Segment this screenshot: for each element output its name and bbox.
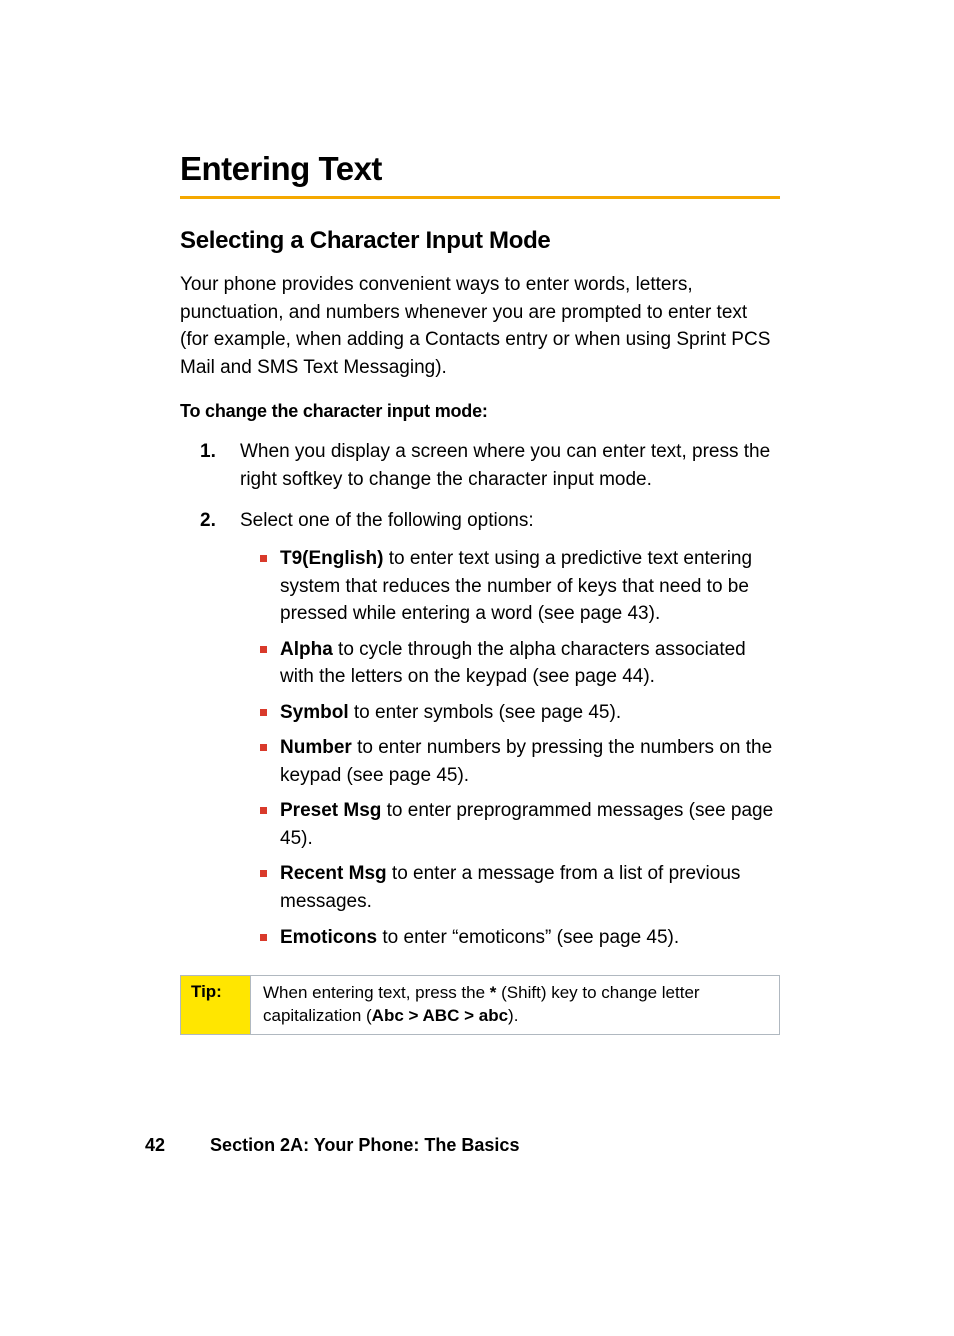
option-emoticons-rest: to enter “emoticons” (see page 45). [377,927,679,948]
option-recent-bold: Recent Msg [280,863,387,884]
option-t9-bold: T9(English) [280,548,383,569]
tip-text-3: ). [508,1006,518,1025]
heading-rule [180,196,780,199]
section-label: Section 2A: Your Phone: The Basics [210,1135,519,1155]
page-title: Entering Text [180,150,780,196]
tip-cycle: Abc > ABC > abc [372,1006,508,1025]
option-preset-msg: Preset Msg to enter preprogrammed messag… [240,797,780,852]
tip-body: When entering text, press the * (Shift) … [251,976,779,1034]
page-footer: 42 Section 2A: Your Phone: The Basics [145,1135,519,1156]
option-alpha: Alpha to cycle through the alpha charact… [240,636,780,691]
option-symbol-rest: to enter symbols (see page 45). [349,702,621,723]
option-recent-msg: Recent Msg to enter a message from a lis… [240,860,780,915]
tip-label: Tip: [181,976,251,1034]
steps-list: When you display a screen where you can … [180,438,780,951]
procedure-heading: To change the character input mode: [180,399,780,424]
intro-paragraph: Your phone provides convenient ways to e… [180,271,780,381]
option-alpha-bold: Alpha [280,639,333,660]
tip-box: Tip: When entering text, press the * (Sh… [180,975,780,1035]
option-t9: T9(English) to enter text using a predic… [240,545,780,628]
option-number-bold: Number [280,737,352,758]
page-content: Entering Text Selecting a Character Inpu… [180,150,780,1035]
step-1: When you display a screen where you can … [180,438,780,493]
page-number: 42 [145,1135,165,1155]
option-symbol-bold: Symbol [280,702,349,723]
option-alpha-rest: to cycle through the alpha characters as… [280,639,746,688]
option-emoticons-bold: Emoticons [280,927,377,948]
option-number: Number to enter numbers by pressing the … [240,734,780,789]
option-symbol: Symbol to enter symbols (see page 45). [240,699,780,727]
option-preset-bold: Preset Msg [280,800,381,821]
section-heading: Selecting a Character Input Mode [180,227,780,255]
tip-text-1: When entering text, press the [263,983,490,1002]
step-2: Select one of the following options: T9(… [180,507,780,951]
step-2-text: Select one of the following options: [240,510,534,531]
option-number-rest: to enter numbers by pressing the numbers… [280,737,772,786]
option-emoticons: Emoticons to enter “emoticons” (see page… [240,924,780,952]
options-list: T9(English) to enter text using a predic… [240,545,780,951]
